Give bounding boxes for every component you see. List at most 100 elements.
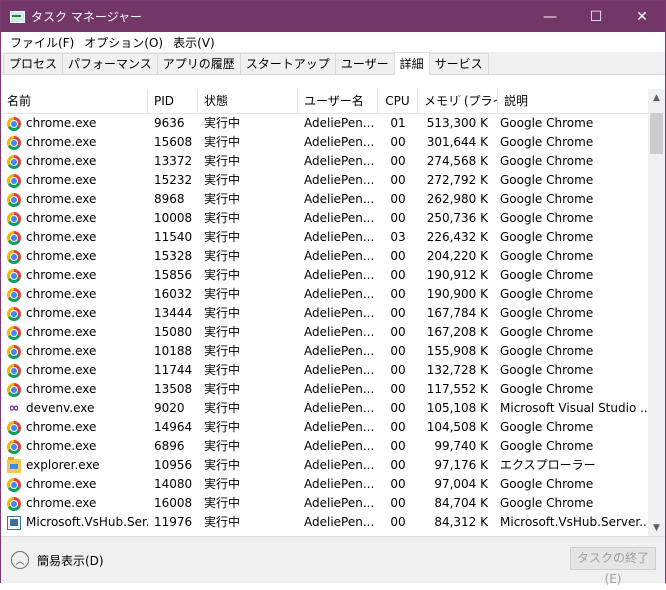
table-row[interactable]: ∞ devenv.exe 9020 実行中 AdeliePen... 00 105,108 … — [1, 399, 665, 418]
column-header-user[interactable]: ユーザー名 — [298, 89, 378, 113]
table-row[interactable]: chrome.exe 8968 実行中 AdeliePen... 00 262,980 K… — [1, 190, 665, 209]
table-row[interactable]: chrome.exe 10008 実行中 AdeliePen... 00 250,736 … — [1, 209, 665, 228]
column-header-memory[interactable]: メモリ (プライ... ⌄ — [418, 89, 498, 113]
tab-details[interactable]: 詳細 — [393, 52, 430, 75]
table-row[interactable]: chrome.exe 13372 実行中 AdeliePen... 00 274,568 … — [1, 152, 665, 171]
scroll-down-icon[interactable]: ▼ — [648, 519, 665, 536]
cell-memory: 117,552 K — [426, 382, 488, 396]
cell-name: chrome.exe — [1, 437, 148, 456]
cell-description: Google Chrome — [500, 344, 594, 358]
cell-pid: 15080 — [154, 325, 193, 339]
footer-bar: ︿ 簡易表示(D) タスクの終了(E) — [1, 536, 665, 586]
table-row[interactable]: chrome.exe 13508 実行中 AdeliePen... 00 117,552 … — [1, 380, 665, 399]
table-row[interactable]: chrome.exe 11540 実行中 AdeliePen... 03 226,432 … — [1, 228, 665, 247]
cell-state: 実行中 — [204, 496, 241, 510]
chevron-up-icon[interactable]: ︿ — [11, 551, 29, 569]
cell-state: 実行中 — [204, 116, 241, 130]
process-name: chrome.exe — [26, 382, 97, 396]
fewer-details-link[interactable]: 簡易表示(D) — [37, 552, 104, 569]
table-row[interactable]: chrome.exe 15608 実行中 AdeliePen... 00 301,644 … — [1, 133, 665, 152]
menu-file[interactable]: ファイル(F) — [5, 34, 79, 51]
tab-app-history[interactable]: アプリの履歴 — [156, 53, 241, 74]
table-row[interactable]: chrome.exe 9636 実行中 AdeliePen... 01 513,300 K… — [1, 114, 665, 133]
table-row[interactable]: chrome.exe 14080 実行中 AdeliePen... 00 97,004 K… — [1, 475, 665, 494]
chrome-icon — [7, 496, 21, 511]
cell-name: chrome.exe — [1, 171, 148, 190]
tab-performance[interactable]: パフォーマンス — [62, 53, 158, 74]
tab-services[interactable]: サービス — [428, 53, 489, 74]
cell-user: AdeliePen... — [304, 344, 375, 358]
table-row[interactable]: chrome.exe 14964 実行中 AdeliePen... 00 104,508 … — [1, 418, 665, 437]
close-button[interactable]: ✕ — [619, 1, 665, 32]
column-header-description[interactable]: 説明 — [498, 89, 648, 113]
chrome-icon — [7, 211, 21, 226]
tab-startup[interactable]: スタートアップ — [239, 53, 336, 74]
table-row[interactable]: chrome.exe 15080 実行中 AdeliePen... 00 167,208 … — [1, 323, 665, 342]
column-header-pid[interactable]: PID — [148, 89, 198, 113]
tab-processes[interactable]: プロセス — [3, 53, 64, 74]
process-name: devenv.exe — [26, 401, 95, 415]
menu-view[interactable]: 表示(V) — [168, 34, 220, 51]
cell-pid: 14964 — [154, 420, 193, 434]
cell-name: chrome.exe — [1, 304, 148, 323]
cell-state: 実行中 — [204, 154, 241, 168]
cell-memory: 513,300 K — [426, 116, 488, 130]
cell-name: ∞ devenv.exe — [1, 399, 148, 418]
column-header-cpu[interactable]: CPU — [378, 89, 418, 113]
cell-cpu: 00 — [390, 420, 406, 434]
cell-cpu: 00 — [390, 306, 406, 320]
cell-pid: 13508 — [154, 382, 193, 396]
minimize-button[interactable]: — — [527, 1, 573, 32]
cell-cpu: 00 — [390, 515, 406, 529]
table-row[interactable]: chrome.exe 15856 実行中 AdeliePen... 00 190,912 … — [1, 266, 665, 285]
maximize-button[interactable]: ☐ — [573, 1, 619, 32]
cell-state: 実行中 — [204, 249, 241, 263]
table-row[interactable]: chrome.exe 10188 実行中 AdeliePen... 00 155,908 … — [1, 342, 665, 361]
column-header-name[interactable]: 名前 — [1, 89, 148, 113]
process-name: chrome.exe — [26, 249, 97, 263]
cell-description: Google Chrome — [500, 287, 594, 301]
end-task-button[interactable]: タスクの終了(E) — [570, 547, 656, 586]
table-row[interactable]: chrome.exe 15328 実行中 AdeliePen... 00 204,220 … — [1, 247, 665, 266]
table-row[interactable]: Microsoft.VsHub.Ser... 11976 実行中 AdeliePen.… — [1, 513, 665, 532]
cell-state: 実行中 — [204, 515, 241, 529]
cell-pid: 13372 — [154, 154, 193, 168]
table-row[interactable]: explorer.exe 10956 実行中 AdeliePen... 00 97,176… — [1, 456, 665, 475]
cell-state: 実行中 — [204, 382, 241, 396]
table-row[interactable]: chrome.exe 16032 実行中 AdeliePen... 00 190,900 … — [1, 285, 665, 304]
table-row[interactable]: chrome.exe 11744 実行中 AdeliePen... 00 132,728 … — [1, 361, 665, 380]
tab-users[interactable]: ユーザー — [334, 53, 395, 74]
chrome-icon — [7, 116, 21, 131]
chrome-icon — [7, 135, 21, 150]
cell-memory: 99,740 K — [434, 439, 488, 453]
cell-pid: 16032 — [154, 287, 193, 301]
cell-memory: 226,432 K — [426, 230, 488, 244]
menu-options[interactable]: オプション(O) — [79, 34, 168, 51]
cell-name: chrome.exe — [1, 342, 148, 361]
cell-user: AdeliePen... — [304, 249, 375, 263]
cell-cpu: 00 — [390, 173, 406, 187]
cell-state: 実行中 — [204, 135, 241, 149]
scroll-up-icon[interactable]: ▲ — [648, 89, 665, 106]
vertical-scrollbar[interactable]: ▲ ▼ — [648, 89, 665, 536]
title-bar: タスク マネージャー — ☐ ✕ — [1, 1, 665, 32]
table-row[interactable]: chrome.exe 13444 実行中 AdeliePen... 00 167,784 … — [1, 304, 665, 323]
window-title: タスク マネージャー — [31, 10, 142, 24]
cell-description: Google Chrome — [500, 230, 594, 244]
cell-state: 実行中 — [204, 306, 241, 320]
cell-cpu: 00 — [390, 211, 406, 225]
cell-description: Google Chrome — [500, 496, 594, 510]
table-row[interactable]: chrome.exe 6896 実行中 AdeliePen... 00 99,740 K G… — [1, 437, 665, 456]
column-header-state[interactable]: 状態 — [198, 89, 298, 113]
cell-cpu: 00 — [390, 325, 406, 339]
table-row[interactable]: chrome.exe 15232 実行中 AdeliePen... 00 272,792 … — [1, 171, 665, 190]
scrollbar-thumb[interactable] — [650, 113, 663, 154]
cell-state: 実行中 — [204, 325, 241, 339]
process-name: chrome.exe — [26, 363, 97, 377]
cell-state: 実行中 — [204, 401, 241, 415]
table-row[interactable]: chrome.exe 16008 実行中 AdeliePen... 00 84,704 K… — [1, 494, 665, 513]
process-name: chrome.exe — [26, 344, 97, 358]
cell-pid: 15608 — [154, 135, 193, 149]
cell-memory: 204,220 K — [426, 249, 488, 263]
cell-state: 実行中 — [204, 230, 241, 244]
